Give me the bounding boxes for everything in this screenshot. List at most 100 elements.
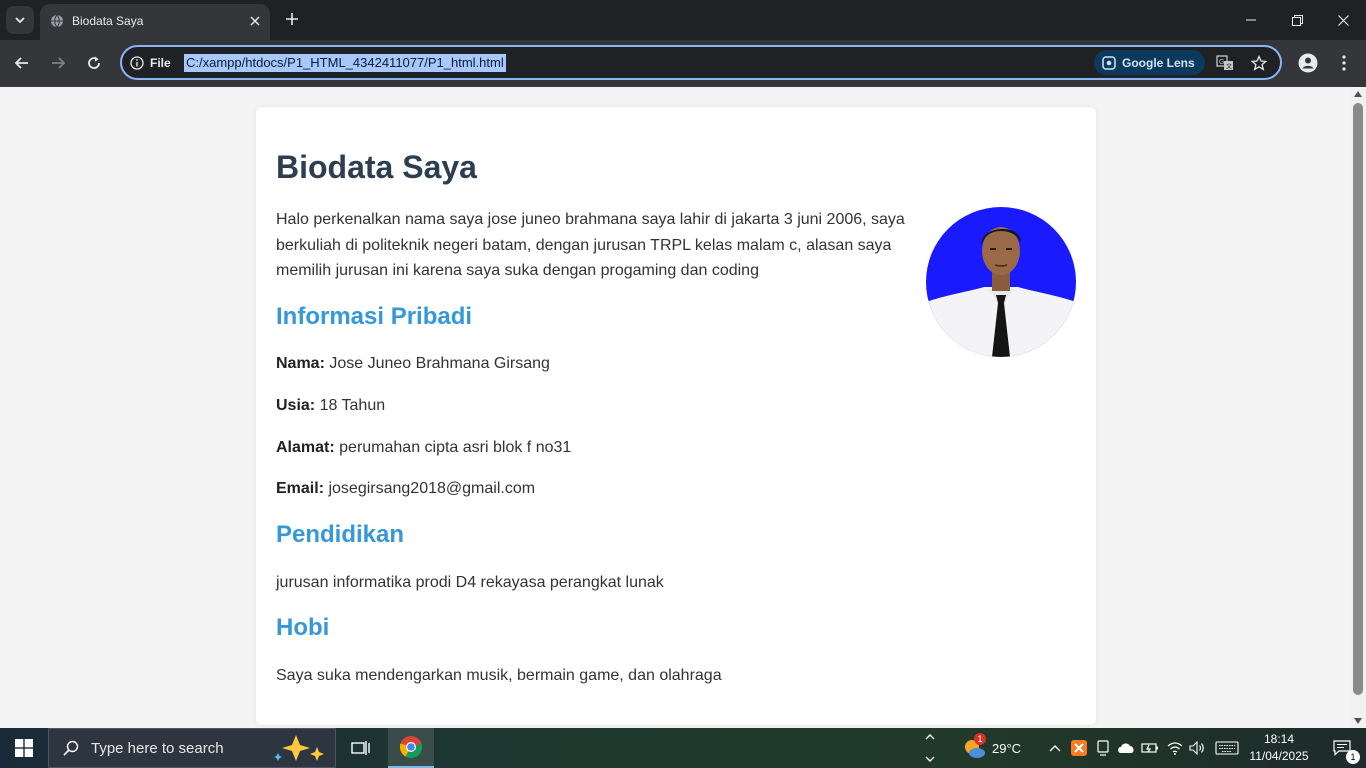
weather-badge: 1: [974, 733, 986, 745]
scroll-down-button[interactable]: [1350, 714, 1366, 728]
site-info-button[interactable]: File: [130, 54, 171, 72]
device-icon: [1097, 740, 1109, 756]
keyboard-layout-button[interactable]: [1214, 738, 1240, 758]
chevron-up-icon: [925, 734, 935, 740]
windows-taskbar: Type here to search 1 29°C 18:14 11/04/2…: [0, 728, 1366, 768]
tray-device-button[interactable]: [1093, 738, 1113, 758]
cloud-icon: [1118, 743, 1134, 753]
info-icon: [130, 56, 144, 70]
triangle-down-icon: [1354, 718, 1362, 724]
wifi-button[interactable]: [1165, 738, 1185, 758]
onedrive-button[interactable]: [1116, 738, 1136, 758]
url-text[interactable]: C:/xampp/htdocs/P1_HTML_4342411077/P1_ht…: [184, 54, 506, 72]
xampp-icon: [1071, 740, 1087, 756]
close-window-button[interactable]: [1320, 0, 1366, 40]
battery-charging-icon: [1141, 743, 1158, 753]
value-usia: 18 Tahun: [319, 397, 386, 414]
value-alamat: perumahan cipta asri blok f no31: [339, 439, 572, 456]
scroll-up-button[interactable]: [1350, 87, 1366, 101]
task-view-button[interactable]: [338, 728, 384, 768]
back-button[interactable]: [8, 49, 36, 77]
close-icon: [1337, 14, 1349, 26]
clock-time: 18:14: [1263, 732, 1295, 746]
star-icon: [1251, 55, 1267, 71]
globe-icon: [51, 14, 63, 28]
lens-icon: [1102, 55, 1116, 70]
person-portrait-image: [926, 207, 1076, 357]
show-hidden-icons-button[interactable]: [1045, 738, 1065, 758]
chrome-icon: [399, 736, 423, 759]
taskbar-scroll[interactable]: [922, 728, 938, 768]
new-tab-button[interactable]: [280, 7, 304, 31]
search-icon: [63, 740, 79, 756]
page-title: Biodata Saya: [276, 149, 477, 185]
intro-paragraph: Halo perkenalkan nama saya jose juneo br…: [276, 211, 905, 280]
vertical-scrollbar[interactable]: [1350, 87, 1366, 728]
address-bar[interactable]: File C:/xampp/htdocs/P1_HTML_4342411077/…: [120, 45, 1282, 80]
close-icon: [250, 16, 260, 26]
sparkle-icon: [273, 735, 324, 761]
volume-button[interactable]: [1187, 738, 1207, 758]
more-vertical-icon: [1342, 55, 1346, 71]
google-lens-label: Google Lens: [1122, 55, 1195, 70]
arrow-left-icon: [14, 57, 28, 69]
heading-informasi-pribadi: Informasi Pribadi: [276, 303, 473, 330]
notification-badge: 1: [1346, 750, 1360, 764]
notification-center-button[interactable]: 1: [1318, 728, 1366, 768]
browser-menu-button[interactable]: [1331, 50, 1357, 76]
label-alamat: Alamat:: [276, 439, 335, 456]
chevron-down-icon: [925, 756, 935, 762]
reload-icon: [88, 56, 100, 69]
keyboard-icon: [1215, 741, 1239, 755]
svg-text:文: 文: [1226, 63, 1232, 71]
weather-widget[interactable]: 1 29°C: [962, 728, 1021, 768]
value-nama: Jose Juneo Brahmana Girsang: [329, 355, 550, 372]
svg-text:G: G: [1219, 59, 1224, 66]
minimize-button[interactable]: [1228, 0, 1274, 40]
profile-icon: [1298, 53, 1318, 73]
xampp-tray-button[interactable]: [1069, 738, 1089, 758]
tab-title: Biodata Saya: [72, 14, 144, 28]
profile-button[interactable]: [1295, 50, 1321, 76]
label-nama: Nama:: [276, 355, 325, 372]
label-email: Email:: [276, 480, 325, 497]
weather-icon-wrap: 1: [962, 733, 986, 760]
restore-icon: [1291, 14, 1303, 26]
heading-pendidikan: Pendidikan: [276, 521, 405, 548]
heading-hobi: Hobi: [276, 614, 330, 641]
weather-temperature: 29°C: [992, 740, 1022, 756]
chevron-up-icon: [1049, 745, 1061, 752]
plus-icon: [286, 13, 298, 25]
translate-button[interactable]: G文: [1214, 52, 1236, 74]
start-button[interactable]: [0, 728, 48, 768]
battery-button[interactable]: [1140, 738, 1160, 758]
restore-button[interactable]: [1274, 0, 1320, 40]
minimize-icon: [1246, 19, 1256, 21]
search-placeholder: Type here to search: [91, 739, 224, 757]
info-nama: Nama: Jose Juneo Brahmana Girsang: [276, 355, 550, 373]
windows-logo-icon: [15, 739, 33, 757]
scroll-thumb[interactable]: [1353, 103, 1363, 695]
browser-tab[interactable]: Biodata Saya: [40, 4, 270, 40]
taskbar-search-box[interactable]: Type here to search: [48, 728, 336, 768]
speaker-icon: [1189, 741, 1204, 755]
google-lens-button[interactable]: Google Lens: [1094, 50, 1205, 75]
browser-toolbar: File C:/xampp/htdocs/P1_HTML_4342411077/…: [0, 40, 1366, 87]
tab-close-button[interactable]: [246, 12, 264, 30]
wifi-icon: [1167, 742, 1183, 755]
taskbar-chrome-app[interactable]: [388, 728, 434, 768]
value-email: josegirsang2018@gmail.com: [328, 480, 536, 497]
info-email: Email: josegirsang2018@gmail.com: [276, 480, 535, 498]
taskbar-clock[interactable]: 18:14 11/04/2025: [1244, 731, 1314, 765]
translate-icon: G文: [1216, 55, 1233, 71]
triangle-up-icon: [1354, 91, 1362, 97]
pendidikan-text: jurusan informatika prodi D4 rekayasa pe…: [276, 574, 664, 591]
profile-photo: [926, 207, 1076, 357]
tab-search-button[interactable]: [6, 6, 34, 34]
info-alamat: Alamat: perumahan cipta asri blok f no31: [276, 439, 571, 457]
clock-date: 11/04/2025: [1249, 749, 1309, 763]
page-viewport: Biodata Saya Halo perkenalkan nama saya …: [0, 87, 1350, 728]
forward-button[interactable]: [44, 49, 72, 77]
reload-button[interactable]: [80, 49, 108, 77]
bookmark-button[interactable]: [1248, 52, 1270, 74]
